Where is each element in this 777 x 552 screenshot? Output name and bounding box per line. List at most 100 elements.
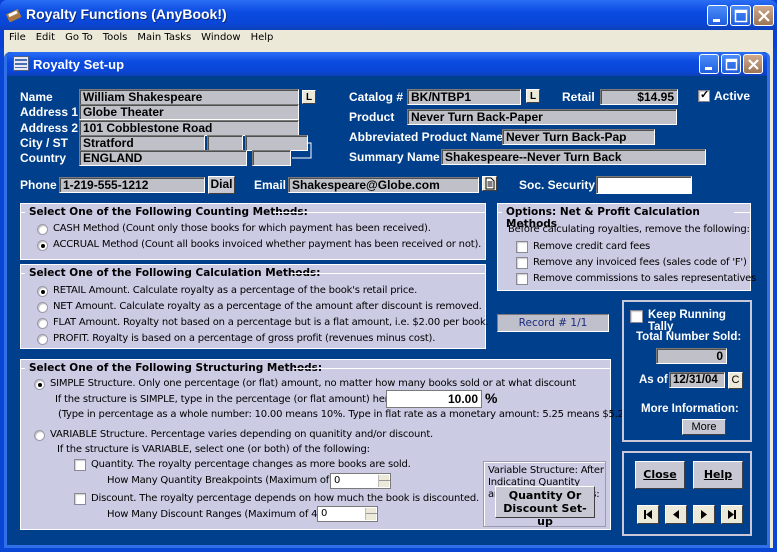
city-field[interactable]: Stratford [79,135,205,151]
retail-field[interactable]: $14.95 [600,89,678,105]
retail-amount-radio[interactable] [37,286,48,297]
quantity-breakpoints-input[interactable]: 0 [330,473,391,489]
quantity-label: Quantity. The royalty percentage changes… [91,459,411,470]
flat-amount-label: FLAT Amount. Royalty not based on a perc… [53,317,489,328]
child-minimize-button[interactable] [699,54,719,74]
discount-label: Discount. The royalty percentage depends… [91,493,479,504]
help-button[interactable]: Help [693,461,743,489]
first-record-button[interactable] [637,505,659,524]
quantity-breakpoints-value: 0 [334,475,341,486]
discount-ranges-value: 0 [321,508,328,519]
next-record-button[interactable] [693,505,715,524]
action-panel: Close Help [622,451,752,536]
catalog-field[interactable]: BK/NTBP1 [407,89,521,105]
minimize-button[interactable] [707,5,728,26]
remove-credit-card-fees-label: Remove credit card fees [533,241,651,252]
name-field[interactable]: William Shakespeare [79,89,299,105]
structuring-methods-group: Select One of the Following Structuring … [20,359,640,530]
menu-window[interactable]: Window [196,30,245,43]
net-profit-intro: Before calculating royalties, remove the… [508,224,750,235]
country-code-field[interactable] [252,150,291,166]
calendar-button[interactable]: C [728,372,743,389]
menu-file[interactable]: File [4,30,31,43]
email-label: Email [254,178,287,192]
address1-label: Address 1 [20,105,79,119]
discount-checkbox[interactable] [74,493,86,505]
address2-field[interactable]: 101 Cobblestone Road [79,120,299,136]
catalog-lookup-button[interactable]: L [526,89,540,103]
counting-methods-group: Select One of the Following Counting Met… [20,203,486,260]
last-record-button[interactable] [721,505,743,524]
menu-main-tasks[interactable]: Main Tasks [132,30,196,43]
name-label: Name [20,90,53,104]
simple-percentage-input[interactable]: 10.00 [386,390,482,408]
cash-method-label: CASH Method (Count only those books for … [53,223,431,234]
close-icon [748,59,759,70]
quantity-discount-setup-button[interactable]: Quantity Or Discount Set-up [495,486,595,528]
dial-button[interactable]: Dial [208,176,235,194]
simple-structure-label: SIMPLE Structure. Only one percentage (o… [50,378,576,389]
cash-method-radio[interactable] [37,224,48,235]
simple-structure-radio[interactable] [34,379,45,390]
remove-credit-card-fees-checkbox[interactable] [516,241,528,253]
abbrev-label: Abbreviated Product Name [349,130,504,144]
variable-structure-radio[interactable] [34,430,45,441]
percent-sign: % [485,390,498,406]
active-label: Active [714,89,751,103]
phone-field[interactable]: 1-219-555-1212 [59,177,205,193]
ssn-field[interactable] [596,176,692,194]
maximize-button[interactable] [730,5,751,26]
name-lookup-button[interactable]: L [302,90,316,104]
net-amount-radio[interactable] [37,302,48,313]
quantity-checkbox[interactable] [74,459,86,471]
abbrev-field[interactable]: Never Turn Back-Pap [502,129,655,145]
accrual-method-radio[interactable] [37,240,48,251]
product-field[interactable]: Never Turn Back-Paper [407,109,677,125]
remove-commissions-checkbox[interactable] [516,273,528,285]
state-field[interactable] [207,135,243,151]
child-maximize-button[interactable] [721,54,741,74]
menu-tools[interactable]: Tools [98,30,133,43]
record-indicator: Record # 1/1 [497,314,609,332]
quantity-breakpoints-label: How Many Quantity Breakpoints (Maximum o… [107,475,346,486]
remove-invoiced-fees-checkbox[interactable] [516,257,528,269]
email-compose-button[interactable] [482,176,497,191]
window-title: Royalty Set-up [33,57,125,72]
close-button[interactable]: Close [635,461,685,489]
flat-amount-radio[interactable] [37,318,48,329]
summary-field[interactable]: Shakespeare--Never Turn Back [441,149,706,165]
previous-record-button[interactable] [665,505,687,524]
active-checkbox[interactable] [698,88,710,102]
quantity-spinner[interactable] [378,475,390,487]
address1-field[interactable]: Globe Theater [79,104,299,120]
as-of-date-field[interactable]: 12/31/04 [669,372,725,388]
child-close-button[interactable] [743,54,763,74]
keep-running-tally-checkbox[interactable] [630,310,643,323]
setup-button-line2: Discount Set-up [503,502,587,528]
help-button-label: Help [703,468,733,481]
minimize-icon [713,19,720,22]
maximize-icon [734,9,748,23]
country-field[interactable]: ENGLAND [79,150,247,166]
previous-record-icon [673,510,679,519]
discount-spinner[interactable] [365,508,377,520]
first-record-icon [644,510,652,519]
email-field[interactable]: Shakespeare@Globe.com [288,177,479,193]
menu-go-to[interactable]: Go To [60,30,98,43]
window-title-bar[interactable]: Royalty Set-up [7,52,767,76]
setup-button-line1: Quantity Or [508,489,582,502]
discount-ranges-input[interactable]: 0 [317,506,378,522]
ssn-label: Soc. Security [519,178,596,192]
retail-label: Retail [562,90,595,104]
more-button[interactable]: More [682,419,726,435]
menu-help[interactable]: Help [246,30,279,43]
app-title-bar[interactable]: Royalty Functions (AnyBook!) [0,0,777,30]
menu-edit[interactable]: Edit [31,30,60,43]
maximize-icon [725,58,738,71]
variable-structure-prompt: If the structure is VARIABLE, select one… [57,444,370,455]
profit-radio[interactable] [37,334,48,345]
remove-invoiced-fees-label: Remove any invoiced fees (sales code of … [533,257,747,268]
close-window-button[interactable] [753,5,774,26]
more-info-label: More Information: [641,403,739,415]
total-sold-label: Total Number Sold: [636,331,742,343]
